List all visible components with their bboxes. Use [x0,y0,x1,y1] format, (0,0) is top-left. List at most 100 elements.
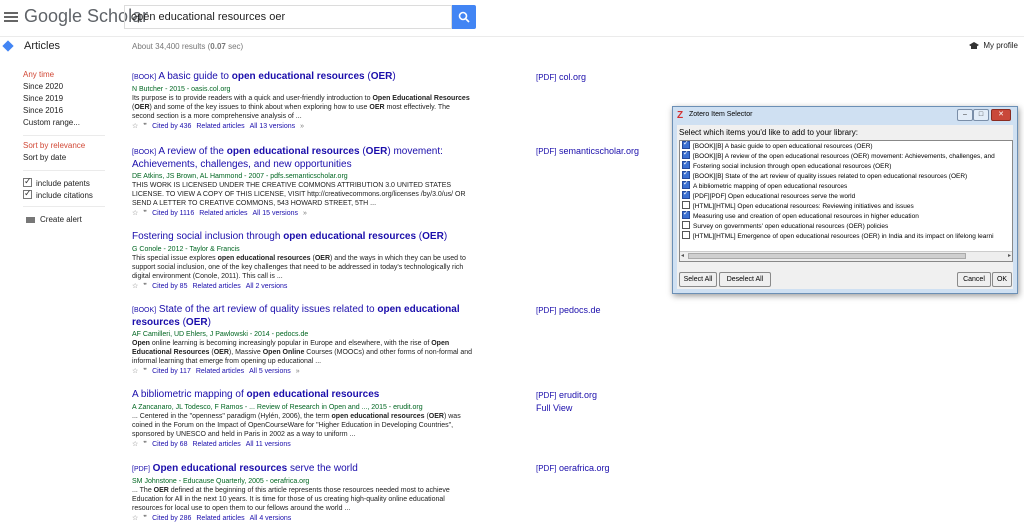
related-articles-link[interactable]: Related articles [192,283,240,290]
checkbox-icon[interactable] [682,141,690,149]
checkbox-icon[interactable] [682,201,690,209]
cite-icon[interactable]: ❞ [143,210,147,217]
cite-icon[interactable]: ❞ [143,123,147,130]
filter-since-2016[interactable]: Since 2016 [23,106,63,115]
cite-icon[interactable]: ❞ [143,283,147,290]
search-button[interactable] [452,5,476,29]
star-icon[interactable]: ☆ [132,515,138,522]
more-icon[interactable]: » [303,210,307,217]
hamburger-menu-icon[interactable] [4,10,18,24]
horizontal-scrollbar[interactable]: ◂ ▸ [680,251,1012,261]
checkbox-icon[interactable] [682,231,690,239]
star-icon[interactable]: ☆ [132,123,138,130]
envelope-icon [26,217,35,223]
versions-link[interactable]: All 4 versions [250,515,292,522]
zotero-list-item[interactable]: [BOOK][B] A basic guide to open educatio… [680,141,1012,151]
scroll-left-icon[interactable]: ◂ [681,252,684,259]
result-snippet: This special issue explores open educati… [132,255,466,280]
zotero-list-item[interactable]: [PDF][PDF] Open educational resources se… [680,189,1012,201]
zotero-item-selector-dialog: Z Zotero Item Selector – □ ✕ Select whic… [672,106,1018,294]
scrollbar-thumb[interactable] [688,253,966,259]
star-icon[interactable]: ☆ [132,368,138,375]
result-title-link[interactable]: [BOOK] A basic guide to open educational… [132,71,472,84]
header-divider [0,36,1024,37]
ok-button[interactable]: OK [992,272,1012,287]
more-icon[interactable]: » [296,368,300,375]
scroll-right-icon[interactable]: ▸ [1008,252,1011,259]
zotero-list-item[interactable]: [BOOK][B] A review of the open education… [680,149,1012,161]
related-articles-link[interactable]: Related articles [192,441,240,448]
search-input[interactable]: open educational resources oer [124,5,452,29]
maximize-button[interactable]: □ [973,109,989,121]
pdf-link[interactable]: [PDF] semanticscholar.org [536,146,639,156]
cite-icon[interactable]: ❞ [143,441,147,448]
star-icon[interactable]: ☆ [132,210,138,217]
include-citations-checkbox[interactable]: include citations [23,188,93,200]
zotero-item-label: Measuring use and creation of open educa… [693,213,919,220]
related-articles-link[interactable]: Related articles [196,515,244,522]
pdf-link[interactable]: [PDF] erudit.org [536,390,597,400]
cited-by-link[interactable]: Cited by 1116 [152,210,194,217]
checkbox-icon[interactable] [682,169,690,179]
result-snippet: Its purpose is to provide readers with a… [132,95,470,120]
star-icon[interactable]: ☆ [132,283,138,290]
checkbox-icon[interactable] [682,159,690,169]
sort-by-date[interactable]: Sort by date [23,153,66,162]
cancel-button[interactable]: Cancel [957,272,991,287]
related-articles-link[interactable]: Related articles [196,123,244,130]
close-button[interactable]: ✕ [991,109,1011,121]
zotero-list-item[interactable]: [BOOK][B] State of the art review of qua… [680,169,1012,181]
result-actions: ☆ ❞ Cited by 1116 Related articles All 15 ve… [132,209,472,219]
section-title[interactable]: Articles [24,40,60,52]
cited-by-link[interactable]: Cited by 68 [152,441,187,448]
zotero-list-item[interactable]: [HTML][HTML] Open educational resources:… [680,201,1012,211]
versions-link[interactable]: All 13 versions [250,123,296,130]
result-title-link[interactable]: Fostering social inclusion through open … [132,231,472,244]
pdf-link[interactable]: [PDF] oerafrica.org [536,463,610,473]
checkbox-icon[interactable] [682,189,690,199]
sort-by-relevance[interactable]: Sort by relevance [23,141,85,150]
checkbox-icon[interactable] [682,149,690,159]
create-alert-link[interactable]: Create alert [40,215,82,224]
related-articles-link[interactable]: Related articles [196,368,244,375]
filter-any-time[interactable]: Any time [23,70,54,79]
more-icon[interactable]: » [300,123,304,130]
pdf-link[interactable]: [PDF] pedocs.de [536,305,601,315]
cite-icon[interactable]: ❞ [143,515,147,522]
select-all-button[interactable]: Select All [679,272,717,287]
zotero-logo-icon: Z [677,110,684,121]
cited-by-link[interactable]: Cited by 85 [152,283,187,290]
zotero-list-item[interactable]: A bibliometric mapping of open education… [680,179,1012,191]
cited-by-link[interactable]: Cited by 436 [152,123,191,130]
star-icon[interactable]: ☆ [132,441,138,448]
include-patents-checkbox[interactable]: include patents [23,176,90,188]
zotero-item-label: Fostering social inclusion through open … [693,163,892,170]
cited-by-link[interactable]: Cited by 117 [152,368,191,375]
filter-since-2019[interactable]: Since 2019 [23,94,63,103]
zotero-list-item[interactable]: Survey on governments' open educational … [680,221,1012,231]
checkbox-icon[interactable] [682,209,690,219]
result-title-link[interactable]: [PDF] Open educational resources serve t… [132,463,472,476]
pdf-link[interactable]: [PDF] col.org [536,72,586,82]
versions-link[interactable]: All 15 versions [252,210,298,217]
zotero-list-item[interactable]: [HTML][HTML] Emergence of open education… [680,231,1012,241]
versions-link[interactable]: All 11 versions [246,441,291,448]
zotero-list-item[interactable]: Fostering social inclusion through open … [680,159,1012,171]
minimize-button[interactable]: – [957,109,973,121]
filter-custom-range[interactable]: Custom range... [23,118,80,127]
checkbox-icon[interactable] [682,179,690,189]
zotero-list-item[interactable]: Measuring use and creation of open educa… [680,209,1012,221]
result-title-link[interactable]: A bibliometric mapping of open education… [132,389,472,402]
result-title-link[interactable]: [BOOK] State of the art review of qualit… [132,304,472,329]
checkbox-icon[interactable] [682,221,690,229]
cite-icon[interactable]: ❞ [143,368,147,375]
versions-link[interactable]: All 5 versions [249,368,291,375]
my-profile-link[interactable]: My profile [969,41,1018,50]
cited-by-link[interactable]: Cited by 286 [152,515,191,522]
full-view-link[interactable]: Full View [536,403,572,413]
versions-link[interactable]: All 2 versions [246,283,288,290]
related-articles-link[interactable]: Related articles [199,210,247,217]
deselect-all-button[interactable]: Deselect All [719,272,771,287]
filter-since-2020[interactable]: Since 2020 [23,82,63,91]
result-title-link[interactable]: [BOOK] A review of the open educational … [132,146,472,171]
